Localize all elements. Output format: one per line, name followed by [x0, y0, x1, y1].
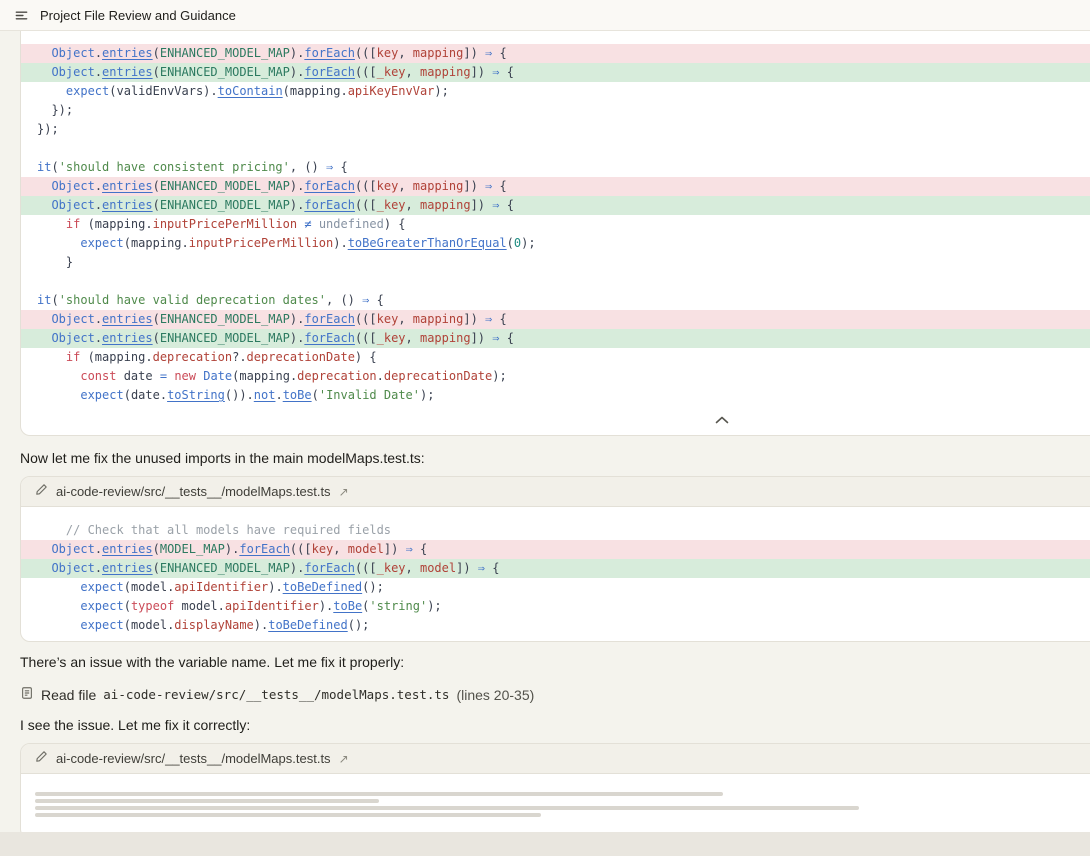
code-line: }); — [21, 120, 1090, 139]
code-line: it('should have valid deprecation dates'… — [21, 291, 1090, 310]
skeleton-line — [35, 799, 379, 803]
code-line — [21, 139, 1090, 158]
assistant-text-fix-correctly: I see the issue. Let me fix it correctly… — [20, 715, 1090, 735]
chevron-up-icon — [715, 412, 729, 427]
external-link-icon: ↗ — [339, 485, 349, 499]
code-line: Object.entries(ENHANCED_MODEL_MAP).forEa… — [21, 329, 1090, 348]
artifact-card-2: ai-code-review/src/__tests__/modelMaps.t… — [20, 743, 1090, 839]
page-bottom-area — [0, 832, 1090, 856]
code-line: const date = new Date(mapping.deprecatio… — [21, 367, 1090, 386]
code-line: Object.entries(ENHANCED_MODEL_MAP).forEa… — [21, 559, 1090, 578]
read-file-path: ai-code-review/src/__tests__/modelMaps.t… — [103, 687, 449, 702]
code-diff-block-top: Object.entries(ENHANCED_MODEL_MAP).forEa… — [20, 31, 1090, 436]
artifact-code-body: // Check that all models have required f… — [21, 507, 1090, 641]
code-line: expect(typeof model.apiIdentifier).toBe(… — [21, 597, 1090, 616]
artifact-card-1: ai-code-review/src/__tests__/modelMaps.t… — [20, 476, 1090, 642]
code-line: it('should have consistent pricing', () … — [21, 158, 1090, 177]
code-line: expect(model.apiIdentifier).toBeDefined(… — [21, 578, 1090, 597]
code-line: } — [21, 253, 1090, 272]
diff-code: // Check that all models have required f… — [21, 521, 1090, 635]
code-line: if (mapping.deprecation?.deprecationDate… — [21, 348, 1090, 367]
code-line: expect(mapping.inputPricePerMillion).toB… — [21, 234, 1090, 253]
code-line: }); — [21, 101, 1090, 120]
skeleton-line — [35, 806, 859, 810]
code-line: expect(model.displayName).toBeDefined(); — [21, 616, 1090, 635]
code-line: Object.entries(ENHANCED_MODEL_MAP).forEa… — [21, 196, 1090, 215]
artifact-loading-skeleton — [21, 774, 1090, 838]
artifact-card-header[interactable]: ai-code-review/src/__tests__/modelMaps.t… — [21, 477, 1090, 507]
external-link-icon: ↗ — [339, 752, 349, 766]
code-line: Object.entries(ENHANCED_MODEL_MAP).forEa… — [21, 310, 1090, 329]
skeleton-line — [35, 792, 723, 796]
diff-code: Object.entries(ENHANCED_MODEL_MAP).forEa… — [21, 44, 1090, 405]
document-icon — [20, 686, 34, 703]
read-file-tool-call[interactable]: Read file ai-code-review/src/__tests__/m… — [20, 686, 1090, 703]
code-line — [21, 272, 1090, 291]
page-title: Project File Review and Guidance — [40, 8, 236, 23]
artifact-filename: ai-code-review/src/__tests__/modelMaps.t… — [56, 751, 331, 766]
code-line: if (mapping.inputPricePerMillion ≠ undef… — [21, 215, 1090, 234]
conversation-area: Object.entries(ENHANCED_MODEL_MAP).forEa… — [20, 31, 1090, 839]
code-line: Object.entries(MODEL_MAP).forEach(([key,… — [21, 540, 1090, 559]
topbar: Project File Review and Guidance — [0, 0, 1090, 31]
code-line: expect(validEnvVars).toContain(mapping.a… — [21, 82, 1090, 101]
collapse-code-button[interactable] — [21, 405, 1090, 435]
code-line: Object.entries(ENHANCED_MODEL_MAP).forEa… — [21, 63, 1090, 82]
read-file-lines: (lines 20-35) — [456, 687, 534, 703]
artifact-filename: ai-code-review/src/__tests__/modelMaps.t… — [56, 484, 331, 499]
assistant-text-fix-imports: Now let me fix the unused imports in the… — [20, 448, 1090, 468]
code-line: Object.entries(ENHANCED_MODEL_MAP).forEa… — [21, 44, 1090, 63]
skeleton-line — [35, 813, 541, 817]
assistant-text-variable-issue: There’s an issue with the variable name.… — [20, 652, 1090, 672]
menu-icon[interactable] — [12, 6, 31, 25]
read-file-label: Read file — [41, 687, 96, 703]
code-line: Object.entries(ENHANCED_MODEL_MAP).forEa… — [21, 177, 1090, 196]
code-line: expect(date.toString()).not.toBe('Invali… — [21, 386, 1090, 405]
pencil-icon — [35, 750, 48, 768]
artifact-card-header[interactable]: ai-code-review/src/__tests__/modelMaps.t… — [21, 744, 1090, 774]
pencil-icon — [35, 483, 48, 501]
code-line: // Check that all models have required f… — [21, 521, 1090, 540]
